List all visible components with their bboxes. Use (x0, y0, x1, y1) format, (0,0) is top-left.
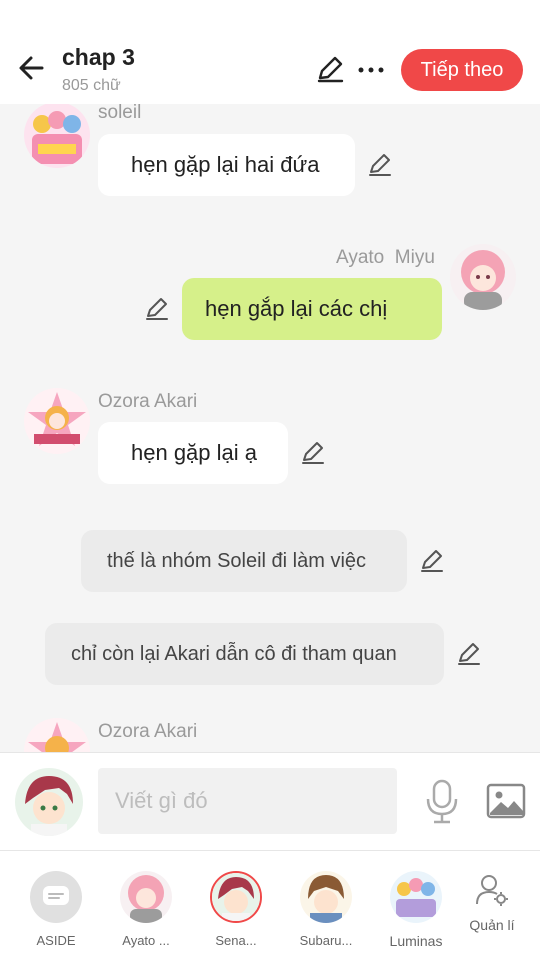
character-label: Subaru... (299, 933, 353, 948)
avatar (210, 871, 262, 923)
manage-characters[interactable]: Quản lí (457, 873, 527, 933)
avatar[interactable] (24, 388, 90, 454)
character-sena[interactable]: Sena... (201, 871, 271, 948)
character-luminas[interactable]: Luminas (381, 871, 451, 949)
pencil-icon[interactable] (367, 152, 393, 178)
sender-name: soleil (98, 104, 142, 123)
word-count: 805 chữ (62, 77, 121, 94)
character-label: Ayato ... (122, 933, 170, 948)
header: chap 3 805 chữ Tiếp theo (0, 0, 540, 104)
character-label: ASIDE (36, 933, 76, 948)
pencil-icon[interactable] (300, 440, 326, 466)
avatar (120, 871, 172, 923)
avatar[interactable] (24, 104, 90, 168)
microphone-icon[interactable] (424, 779, 460, 825)
composer (0, 752, 540, 850)
character-subaru[interactable]: Subaru... (291, 871, 361, 948)
sender-name: Ozora Akari (98, 391, 198, 412)
pencil-icon[interactable] (144, 296, 170, 322)
character-ayato[interactable]: Ayato ... (111, 871, 181, 948)
sender-name: Ayato Miyu (336, 247, 435, 268)
narration-text: chỉ còn lại Akari dẫn cô đi tham quan (71, 642, 397, 665)
narration-text: thế là nhóm Soleil đi làm việc (107, 549, 367, 572)
chapter-title: chap 3 (62, 44, 135, 70)
message-text: hẹn gặp lại hai đứa (131, 152, 320, 177)
narration-bubble[interactable]: chỉ còn lại Akari dẫn cô đi tham quan (45, 623, 444, 685)
avatar[interactable] (24, 718, 90, 752)
next-chapter-button[interactable]: Tiếp theo (401, 49, 523, 91)
chat-area[interactable]: soleil hẹn gặp lại hai đứa Ayato Miyu hẹ… (0, 104, 540, 752)
manage-label: Quản lí (469, 917, 515, 933)
narration-bubble[interactable]: thế là nhóm Soleil đi làm việc (81, 530, 407, 592)
character-aside[interactable]: ASIDE (21, 871, 91, 948)
more-dots-icon[interactable] (356, 58, 386, 82)
avatar (300, 871, 352, 923)
message-bubble[interactable]: hẹn gắp lại các chị (182, 278, 442, 340)
character-label: Luminas (389, 933, 443, 949)
character-bar: ASIDE Ayato ... Sena... Subaru... Lumina… (0, 850, 540, 960)
message-input[interactable] (98, 768, 397, 834)
pencil-icon[interactable] (456, 641, 482, 667)
character-label: Sena... (215, 933, 257, 948)
chat-icon (30, 871, 82, 923)
avatar (390, 871, 442, 923)
message-bubble[interactable]: hẹn gặp lại ạ (98, 422, 288, 484)
sender-name: Ozora Akari (98, 721, 198, 742)
image-icon[interactable] (486, 783, 526, 819)
back-arrow-icon[interactable] (14, 50, 50, 86)
person-gear-icon (476, 875, 508, 906)
pencil-icon[interactable] (315, 54, 345, 84)
message-text: hẹn gặp lại ạ (131, 440, 257, 465)
avatar[interactable] (450, 244, 516, 310)
message-text: hẹn gắp lại các chị (205, 296, 388, 321)
message-bubble[interactable]: hẹn gặp lại hai đứa (98, 134, 355, 196)
avatar[interactable] (15, 768, 83, 836)
pencil-icon[interactable] (419, 548, 445, 574)
